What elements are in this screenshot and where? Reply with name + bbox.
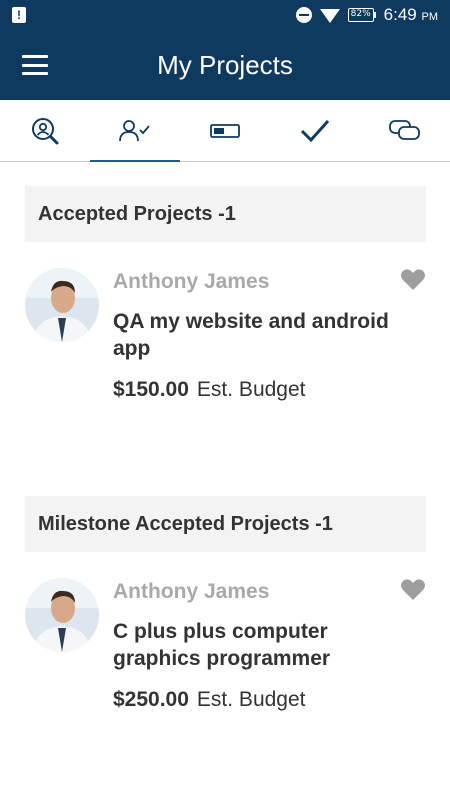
avatar [25, 268, 99, 342]
notification-glyph: ! [17, 8, 21, 22]
checkmark-icon [300, 119, 330, 142]
search-person-icon [32, 117, 59, 144]
client-name[interactable]: Anthony James [113, 580, 434, 604]
budget-amount: $150.00 [113, 378, 189, 401]
tab-completed[interactable] [270, 100, 360, 161]
hamburger-menu-icon[interactable] [22, 55, 48, 75]
wifi-icon [319, 9, 340, 23]
battery-level: 82% [347, 8, 374, 22]
clock-time: 6:49 [383, 5, 417, 24]
do-not-disturb-icon [295, 7, 312, 23]
tab-accepted-projects[interactable] [90, 100, 180, 162]
clock-ampm: PM [421, 11, 439, 23]
project-card[interactable]: Anthony James C plus plus computer graph… [0, 552, 450, 752]
budget-label: Est. Budget [196, 688, 306, 711]
tab-search-projects[interactable] [0, 100, 90, 161]
project-title[interactable]: C plus plus computer graphics programmer [113, 618, 434, 672]
page-title: My Projects [157, 49, 293, 80]
budget: $250.00 Est. Budget [113, 688, 434, 712]
project-title[interactable]: QA my website and android app [113, 308, 434, 362]
notification-alert-icon: ! [12, 7, 26, 23]
status-bar: ! 82% 6:49 PM [0, 0, 450, 30]
clock: 6:49 PM [384, 5, 438, 25]
tab-messages[interactable] [360, 100, 450, 161]
favorite-heart-icon[interactable] [400, 268, 426, 292]
budget: $150.00 Est. Budget [113, 378, 434, 402]
client-name[interactable]: Anthony James [113, 270, 434, 294]
avatar [25, 578, 99, 652]
battery-icon: 82% [347, 8, 376, 22]
budget-amount: $250.00 [113, 688, 189, 711]
person-check-icon [119, 119, 150, 141]
tab-in-progress[interactable] [180, 100, 270, 161]
chat-icon [389, 119, 420, 140]
app-bar: My Projects [0, 30, 450, 100]
budget-label: Est. Budget [196, 378, 306, 401]
battery-card-icon [210, 123, 240, 138]
project-card[interactable]: Anthony James QA my website and android … [0, 242, 450, 442]
favorite-heart-icon[interactable] [400, 578, 426, 602]
section-header-milestone: Milestone Accepted Projects -1 [25, 496, 426, 552]
tab-bar [0, 100, 450, 162]
section-header-accepted: Accepted Projects -1 [25, 186, 426, 242]
